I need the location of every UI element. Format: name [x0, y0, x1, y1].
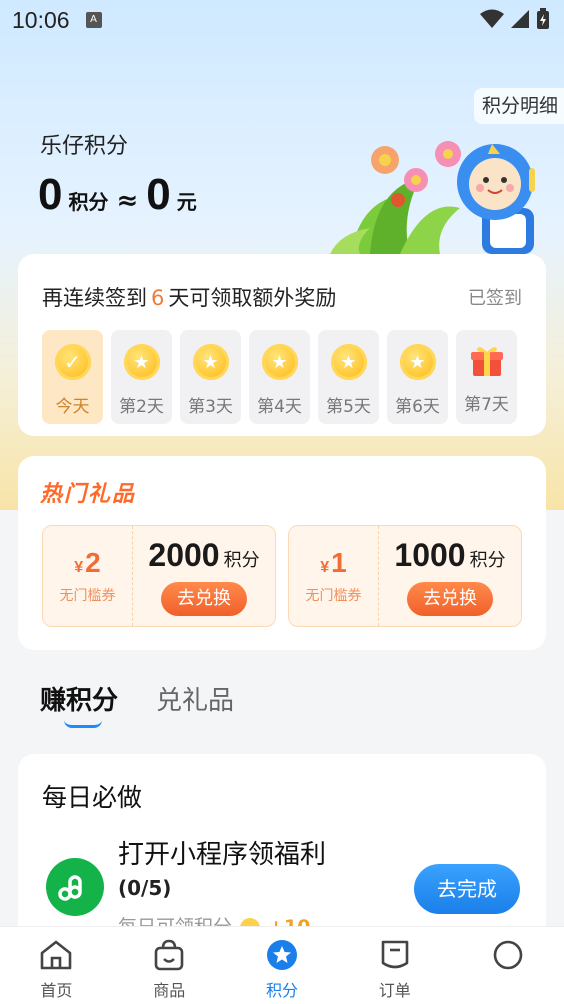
signin-days-left: 6	[151, 286, 165, 310]
money-value: 0	[146, 170, 171, 219]
star-coin-icon: ★	[261, 344, 298, 380]
coupon-amount-value: 2	[85, 547, 101, 578]
coupon-points-value: 2000	[148, 536, 220, 573]
signed-status: 已签到	[468, 288, 522, 309]
tabbar-home[interactable]: 首页	[0, 927, 113, 1004]
tabbar-orders[interactable]: 订单	[338, 927, 451, 1004]
wifi-icon	[480, 9, 504, 28]
star-coin-icon: ★	[123, 344, 160, 380]
coupon-card[interactable]: ¥2 无门槛券 2000 积分 去兑换	[42, 525, 276, 627]
task-name: 打开小程序领福利	[118, 840, 327, 870]
day-label: 第5天	[326, 397, 371, 417]
coupon-points: 2000 积分	[148, 537, 259, 574]
star-coin-icon: ★	[330, 344, 367, 380]
signin-day-5[interactable]: ★ 第5天	[318, 330, 379, 424]
tabbar-label: 首页	[40, 981, 73, 1000]
signin-day-3[interactable]: ★ 第3天	[180, 330, 241, 424]
signin-days: ✓ 今天 ★ 第2天 ★ 第3天 ★ 第4天 ★ 第5天 ★ 第6天 第7天	[42, 330, 517, 424]
redeem-button[interactable]: 去兑换	[407, 581, 493, 616]
task-progress: (0/5)	[118, 876, 172, 900]
tab-redeem-gifts[interactable]: 兑礼品	[156, 680, 234, 717]
coupon-amount: ¥2	[74, 547, 100, 579]
points-star-icon	[266, 940, 297, 970]
tab-earn-points[interactable]: 赚积分	[40, 680, 119, 728]
signal-icon	[511, 10, 529, 28]
day-label: 第7天	[464, 395, 509, 415]
day-label: 第2天	[119, 397, 164, 417]
coupon-redeem-area: 1000 积分 去兑换	[379, 526, 521, 626]
points-tabs: 赚积分 兑礼品	[40, 680, 234, 728]
tab-label: 赚积分	[40, 686, 119, 716]
coupon-value: ¥1 无门槛券	[289, 526, 379, 626]
tabbar-label: 积分	[265, 981, 298, 1000]
points-title: 乐仔积分	[40, 134, 129, 159]
currency-symbol: ¥	[74, 559, 84, 576]
check-coin-icon: ✓	[54, 344, 91, 380]
tab-label: 兑礼品	[156, 686, 235, 716]
tab-active-indicator	[64, 720, 102, 728]
order-icon	[381, 940, 409, 969]
day-label: 第3天	[188, 397, 233, 417]
signin-prefix: 再连续签到	[42, 286, 147, 310]
coupon-points-value: 1000	[394, 536, 466, 573]
day-label: 第4天	[257, 397, 302, 417]
notification-a-icon: A	[85, 12, 102, 28]
signin-day-7[interactable]: 第7天	[456, 330, 517, 424]
battery-icon	[537, 8, 549, 29]
status-icons	[480, 8, 550, 30]
signin-day-2[interactable]: ★ 第2天	[111, 330, 172, 424]
status-bar: 10:06 A	[0, 0, 564, 40]
redeem-button[interactable]: 去兑换	[161, 581, 247, 616]
signin-day-4[interactable]: ★ 第4天	[249, 330, 310, 424]
coupon-card[interactable]: ¥1 无门槛券 1000 积分 去兑换	[288, 525, 522, 627]
points-detail-button[interactable]: 积分明细	[473, 88, 564, 124]
coupon-points: 1000 积分	[394, 537, 505, 574]
tabbar-points[interactable]: 积分	[226, 927, 339, 1004]
coupon-amount-value: 1	[331, 547, 347, 578]
star-coin-icon: ★	[399, 344, 436, 380]
home-icon	[41, 940, 72, 970]
points-value: 0	[38, 170, 63, 219]
coupon-points-unit: 积分	[223, 549, 260, 571]
complete-task-button[interactable]: 去完成	[414, 864, 520, 914]
signin-day-6[interactable]: ★ 第6天	[387, 330, 448, 424]
daily-tasks-title: 每日必做	[42, 783, 143, 812]
hot-gifts-title: 热门礼品	[40, 482, 137, 507]
points-summary: 0 积分 ≈ 0 元	[38, 170, 205, 220]
tabbar-products[interactable]: 商品	[113, 927, 226, 1004]
tabbar-label: 商品	[153, 981, 186, 1000]
tabbar-profile[interactable]	[451, 927, 564, 1004]
flowers	[371, 141, 461, 207]
plant-leaves	[330, 178, 460, 254]
hot-gifts-card: 热门礼品 ¥2 无门槛券 2000 积分 去兑换 ¥1 无门槛券 1000 积分 去…	[18, 456, 546, 650]
coupon-amount: ¥1	[320, 547, 346, 579]
shopping-bag-icon	[154, 939, 184, 971]
money-unit: 元	[176, 190, 197, 214]
status-time: 10:06	[12, 6, 70, 33]
day-label: 第6天	[395, 397, 440, 417]
currency-symbol: ¥	[320, 559, 330, 576]
mini-program-icon	[46, 858, 104, 916]
signin-day-1[interactable]: ✓ 今天	[42, 330, 103, 424]
bottom-tab-bar: 首页 商品 积分 订单	[0, 926, 564, 1004]
coupon-points-unit: 积分	[469, 549, 506, 571]
signin-suffix: 天可领取额外奖励	[168, 286, 337, 310]
points-unit: 积分	[68, 190, 109, 214]
mini-program-link-icon	[58, 875, 82, 901]
signin-title: 再连续签到 6 天可领取额外奖励	[42, 282, 336, 312]
approx-sign: ≈	[116, 186, 139, 216]
signin-card: 再连续签到 6 天可领取额外奖励 已签到 ✓ 今天 ★ 第2天 ★ 第3天 ★ 第4…	[18, 254, 546, 436]
tabbar-label: 订单	[378, 981, 411, 1000]
mascot-illustration	[330, 141, 535, 254]
day-label: 今天	[55, 397, 90, 417]
gift-box-icon	[470, 347, 503, 376]
star-coin-icon: ★	[192, 344, 229, 380]
coupon-desc: 无门槛券	[305, 588, 362, 604]
profile-icon	[493, 940, 522, 970]
coupon-redeem-area: 2000 积分 去兑换	[133, 526, 275, 626]
coupon-desc: 无门槛券	[59, 588, 116, 604]
coupon-value: ¥2 无门槛券	[43, 526, 133, 626]
robot-mascot	[457, 144, 535, 254]
